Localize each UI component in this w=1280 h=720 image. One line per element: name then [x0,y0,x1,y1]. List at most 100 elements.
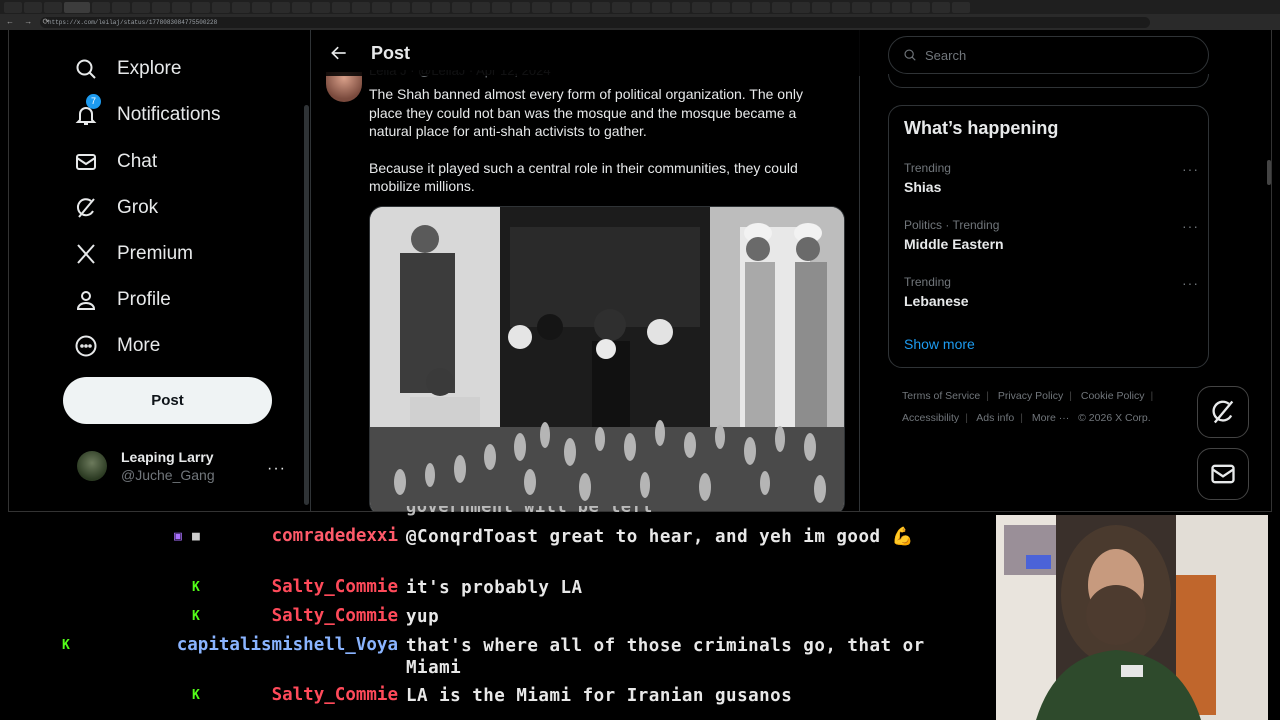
browser-tab[interactable] [732,1,750,13]
browser-tab[interactable] [352,1,370,13]
nav-label: More [117,335,161,356]
browser-tab[interactable] [872,1,890,13]
search-bar[interactable] [888,36,1209,74]
scrollbar[interactable] [304,105,309,505]
terms-link[interactable]: Terms of Service [902,390,980,402]
author-avatar[interactable] [326,72,362,102]
browser-tab[interactable] [472,1,490,13]
browser-tab[interactable] [92,1,110,13]
grok-button[interactable] [1197,386,1249,438]
nav-chat[interactable]: Chat [74,142,157,182]
separator: | [1069,390,1072,402]
tweet-photo[interactable] [369,206,845,511]
search-input[interactable] [925,47,1185,63]
browser-tab[interactable] [532,1,550,13]
browser-tab[interactable] [652,1,670,13]
browser-tab[interactable] [772,1,790,13]
trend-item[interactable]: Politics · Trending Middle Eastern ··· [904,218,1199,252]
browser-tab[interactable] [112,1,130,13]
browser-tab[interactable] [832,1,850,13]
trend-more-icon[interactable]: ··· [1182,218,1199,234]
browser-tab[interactable] [852,1,870,13]
footer-links: Terms of Service | Privacy Policy | Cookie… [902,385,1202,429]
nav-more[interactable]: More [74,326,160,366]
chat-username: Salty_Commie [271,685,398,705]
browser-tab[interactable] [4,1,22,13]
ads-info-link[interactable]: Ads info [976,412,1014,424]
photo-crowd-illustration [370,207,844,511]
account-more-icon[interactable]: ··· [267,460,286,478]
browser-tab[interactable] [132,1,150,13]
browser-tab[interactable] [672,1,690,13]
browser-tab[interactable] [592,1,610,13]
browser-tab[interactable] [172,1,190,13]
trend-item[interactable]: Trending Shias ··· [904,161,1199,195]
separator: | [965,412,968,424]
show-more-link[interactable]: Show more [904,336,975,352]
nav-label: Chat [117,151,158,172]
browser-tab[interactable] [272,1,290,13]
kick-badge-icon: K [62,638,70,653]
browser-tab[interactable] [212,1,230,13]
browser-tab[interactable] [892,1,910,13]
back-arrow-icon[interactable] [329,43,349,63]
cookie-link[interactable]: Cookie Policy [1081,390,1145,402]
privacy-link[interactable]: Privacy Policy [998,390,1063,402]
browser-tab-bar[interactable] [0,0,1280,14]
browser-tab[interactable] [392,1,410,13]
panel-title: What’s happening [904,118,1059,138]
separator: | [1020,412,1023,424]
browser-tab[interactable] [252,1,270,13]
account-switcher[interactable]: Leaping Larry @Juche_Gang [77,449,215,483]
trend-context: Trending [904,161,951,175]
browser-tab-active[interactable] [64,1,90,13]
browser-tab[interactable] [192,1,210,13]
nav-premium[interactable]: Premium [74,234,193,274]
browser-tab[interactable] [312,1,330,13]
browser-tab[interactable] [512,1,530,13]
chat-text: LA is the Miami for Iranian gusanos [406,686,793,706]
browser-tab[interactable] [292,1,310,13]
grok-icon [1212,400,1234,424]
browser-tab[interactable] [632,1,650,13]
browser-tab[interactable] [232,1,250,13]
post-button[interactable]: Post [63,377,272,424]
url-field[interactable]: https://x.com/leilaj/status/177808308477… [40,16,1150,28]
trend-more-icon[interactable]: ··· [1182,161,1199,177]
browser-tab[interactable] [932,1,950,13]
browser-tab[interactable] [552,1,570,13]
browser-tab[interactable] [432,1,450,13]
trend-more-icon[interactable]: ··· [1182,275,1199,291]
browser-tab[interactable] [332,1,350,13]
chat-username: capitalismishell_Voya [176,635,398,655]
browser-tab[interactable] [492,1,510,13]
more-link[interactable]: More ··· [1032,412,1069,424]
browser-tab[interactable] [152,1,170,13]
browser-tab[interactable] [812,1,830,13]
nav-profile[interactable]: Profile [74,280,171,320]
bell-icon: 7 [74,94,101,127]
browser-tab[interactable] [44,1,62,13]
messages-button[interactable] [1197,448,1249,500]
browser-tab[interactable] [912,1,930,13]
trend-item[interactable]: Trending Lebanese ··· [904,275,1199,309]
browser-tab[interactable] [572,1,590,13]
nav-grok[interactable]: Grok [74,188,158,228]
browser-tab[interactable] [752,1,770,13]
browser-tab[interactable] [452,1,470,13]
browser-tab[interactable] [952,1,970,13]
chat-username: Salty_Commie [271,606,398,626]
nav-explore[interactable]: Explore [74,49,181,89]
browser-tab[interactable] [612,1,630,13]
browser-tab[interactable] [24,1,42,13]
browser-tab[interactable] [372,1,390,13]
nav-notifications[interactable]: 7 Notifications [74,94,221,135]
separator: | [1150,390,1154,402]
accessibility-link[interactable]: Accessibility [902,412,959,424]
browser-nav-icons[interactable]: ← → ⟳ [6,17,53,26]
browser-tab[interactable] [412,1,430,13]
browser-tab[interactable] [792,1,810,13]
scrollbar[interactable] [1267,160,1271,185]
browser-tab[interactable] [692,1,710,13]
browser-tab[interactable] [712,1,730,13]
